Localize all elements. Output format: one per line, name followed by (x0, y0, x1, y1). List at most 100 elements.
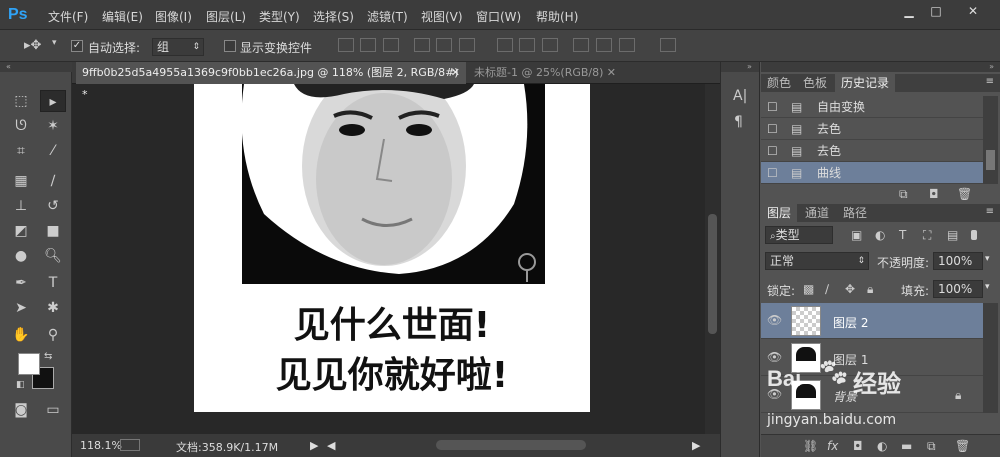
restore-icon[interactable]: □ (925, 3, 947, 20)
menu-help[interactable]: 帮助(H) (536, 8, 578, 25)
healing-brush-icon[interactable]: ▦ (8, 170, 34, 192)
history-brush-source-icon[interactable]: ☐ (767, 118, 778, 140)
quick-mask-icon[interactable]: ◙ (8, 399, 34, 421)
add-mask-icon[interactable]: ◘ (853, 439, 863, 453)
link-layers-icon[interactable]: ⛓ (803, 439, 818, 453)
scroll-right-icon[interactable]: ▶ (692, 439, 700, 452)
layer-name[interactable]: 图层 2 (833, 314, 868, 331)
filter-toggle[interactable] (971, 230, 977, 240)
layers-scrollbar[interactable] (983, 303, 998, 413)
character-panel-icon[interactable]: A| (733, 88, 747, 104)
history-item[interactable]: ☐ ▤ 去色 (761, 118, 983, 140)
marquee-tool-icon[interactable]: ⬚ (8, 90, 34, 112)
menu-filter[interactable]: 滤镜(T) (367, 8, 408, 25)
panel-menu-icon[interactable]: ≡ (986, 76, 994, 87)
brush-tool-icon[interactable]: ∕ (40, 170, 66, 192)
tab-paths[interactable]: 路径 (837, 204, 873, 222)
history-brush-icon[interactable]: ↺ (40, 195, 66, 217)
gradient-tool-icon[interactable]: ■ (40, 220, 66, 242)
snapshot-camera-icon[interactable]: ◘ (929, 187, 939, 201)
show-transform-checkbox[interactable] (224, 40, 236, 52)
history-item-selected[interactable]: ☐ ▤ 曲线 (761, 162, 983, 184)
lock-transparent-icon[interactable]: ▩ (803, 282, 814, 296)
scroll-thumb[interactable] (986, 150, 995, 170)
history-brush-source-icon[interactable]: ☐ (767, 162, 778, 184)
chevron-down-icon[interactable]: ▾ (52, 38, 57, 48)
foreground-color-swatch[interactable] (18, 353, 40, 375)
history-brush-source-icon[interactable]: ☐ (767, 140, 778, 162)
scroll-thumb[interactable] (708, 214, 717, 334)
filter-type-icon[interactable]: T (899, 228, 906, 242)
distribute-vcenter-icon[interactable] (519, 38, 535, 52)
horizontal-scroll-thumb[interactable] (436, 440, 586, 450)
menu-window[interactable]: 窗口(W) (476, 8, 521, 25)
zoom-tool-icon[interactable]: ⚲ (40, 324, 66, 346)
align-top-icon[interactable] (338, 38, 354, 52)
move-tool-icon[interactable]: ▸✥ (24, 38, 41, 53)
lock-all-icon[interactable]: 🔒︎ (867, 282, 873, 297)
auto-align-icon[interactable] (660, 38, 676, 52)
new-group-icon[interactable]: ▬ (901, 439, 912, 453)
vertical-scrollbar[interactable] (705, 84, 720, 434)
default-colors-icon[interactable]: ◧ (16, 380, 25, 390)
new-document-from-state-icon[interactable]: ⧉ (899, 187, 908, 202)
move-tool-icon[interactable]: ▸ (40, 90, 66, 112)
swap-colors-icon[interactable]: ⇆ (44, 351, 52, 362)
opacity-input[interactable]: 100% (933, 252, 983, 270)
dodge-tool-icon[interactable]: 🔍︎ (40, 245, 66, 267)
chevron-down-icon[interactable]: ▾ (985, 254, 990, 264)
align-vcenter-icon[interactable] (360, 38, 376, 52)
tab-untitled-document[interactable]: 未标题-1 @ 25%(RGB/8) ✕ (468, 62, 622, 84)
auto-select-checkbox[interactable]: ✓ (71, 40, 83, 52)
hand-tool-icon[interactable]: ✋ (8, 324, 34, 346)
layer-row-selected[interactable]: 👁︎ 图层 2 (761, 303, 983, 339)
scroll-left-icon[interactable]: ◀ (327, 439, 335, 452)
filter-adjustment-icon[interactable]: ◐ (875, 228, 885, 242)
eraser-tool-icon[interactable]: ◩ (8, 220, 34, 242)
layer-filter-dropdown[interactable]: ⌕类型 (765, 226, 833, 244)
collapse-icon[interactable]: « (0, 62, 72, 72)
minimize-icon[interactable]: ▁ (898, 3, 920, 20)
menu-layer[interactable]: 图层(L) (206, 8, 246, 25)
clone-stamp-icon[interactable]: ⊥ (8, 195, 34, 217)
shape-tool-icon[interactable]: ✱ (40, 297, 66, 319)
auto-select-dropdown[interactable]: 组 ⇕ (152, 38, 204, 56)
close-icon[interactable]: ✕ (451, 62, 460, 84)
tab-active-document[interactable]: 9ffb0b25d5a4955a1369c9f0bb1ec26a.jpg @ 1… (76, 62, 466, 101)
align-right-icon[interactable] (459, 38, 475, 52)
history-brush-source-icon[interactable]: ☐ (767, 96, 778, 118)
close-icon[interactable]: ✕ (958, 3, 988, 20)
close-icon[interactable]: ✕ (607, 62, 616, 84)
screen-mode-icon[interactable]: ▭ (40, 399, 66, 421)
fill-input[interactable]: 100% (933, 280, 983, 298)
align-hcenter-icon[interactable] (436, 38, 452, 52)
play-icon[interactable]: ▶ (310, 439, 318, 452)
tab-layers[interactable]: 图层 (761, 204, 798, 222)
blend-mode-dropdown[interactable]: 正常 ⇕ (765, 252, 869, 270)
align-left-icon[interactable] (414, 38, 430, 52)
paragraph-panel-icon[interactable]: ¶ (734, 114, 743, 130)
distribute-top-icon[interactable] (497, 38, 513, 52)
path-select-icon[interactable]: ➤ (8, 297, 34, 319)
adjustment-layer-icon[interactable]: ◐ (877, 439, 887, 453)
lock-position-icon[interactable]: ✥ (845, 282, 855, 296)
expand-icon[interactable]: » (721, 62, 759, 72)
layer-style-icon[interactable]: fx (827, 439, 838, 453)
canvas-image[interactable]: 见什么世面! 见见你就好啦! (194, 84, 590, 412)
collapse-icon[interactable]: » (761, 62, 1000, 72)
lock-image-icon[interactable]: ∕ (825, 282, 829, 296)
new-layer-icon[interactable]: ⧉ (927, 439, 936, 454)
distribute-bottom-icon[interactable] (542, 38, 558, 52)
distribute-hcenter-icon[interactable] (596, 38, 612, 52)
menu-type[interactable]: 类型(Y) (259, 8, 300, 25)
trash-icon[interactable]: 🗑︎ (957, 187, 972, 201)
menu-edit[interactable]: 编辑(E) (102, 8, 143, 25)
lasso-tool-icon[interactable]: ᘎ (8, 115, 34, 137)
pen-tool-icon[interactable]: ✒ (8, 272, 34, 294)
eyedropper-icon[interactable]: ⁄ (40, 140, 66, 162)
filter-smart-object-icon[interactable]: ▤ (947, 228, 958, 242)
zoom-level[interactable]: 118.1% (80, 439, 122, 452)
align-bottom-icon[interactable] (383, 38, 399, 52)
type-tool-icon[interactable]: T (40, 272, 66, 294)
blur-tool-icon[interactable]: ● (8, 245, 34, 267)
